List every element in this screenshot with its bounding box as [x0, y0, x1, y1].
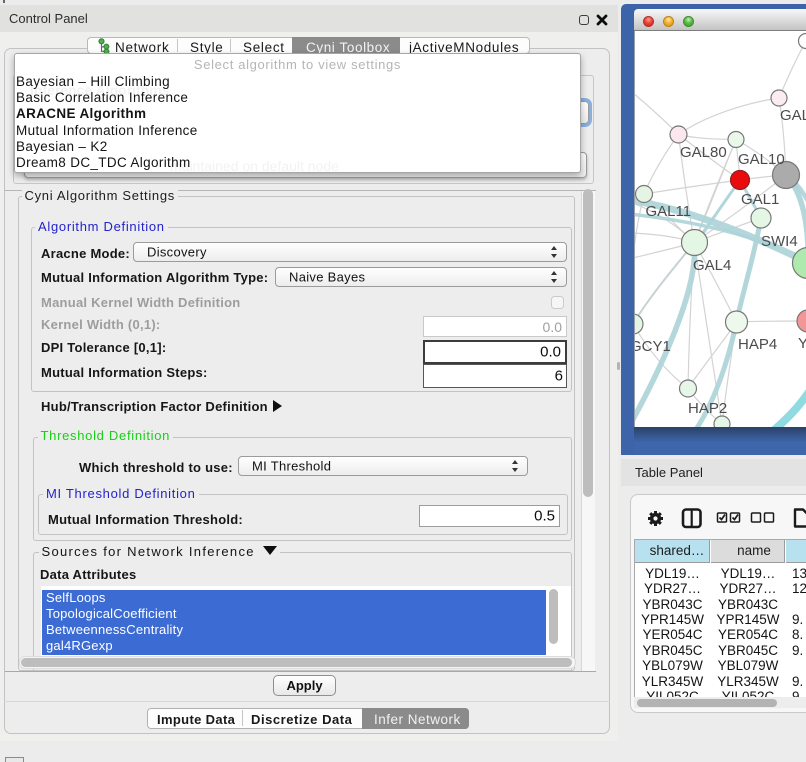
- svg-text:HAP4: HAP4: [738, 336, 777, 353]
- svg-text:Y: Y: [798, 335, 806, 352]
- svg-text:GAL10: GAL10: [738, 151, 785, 168]
- svg-text:HAP2: HAP2: [688, 400, 727, 417]
- svg-text:GCY1: GCY1: [635, 338, 671, 355]
- svg-text:GAL1: GAL1: [741, 191, 779, 208]
- svg-text:GAL4: GAL4: [693, 257, 731, 274]
- svg-text:SWI4: SWI4: [761, 233, 798, 250]
- svg-text:GAL11: GAL11: [646, 203, 692, 220]
- svg-text:GAL7: GAL7: [780, 107, 806, 124]
- svg-text:GAL80: GAL80: [680, 144, 727, 161]
